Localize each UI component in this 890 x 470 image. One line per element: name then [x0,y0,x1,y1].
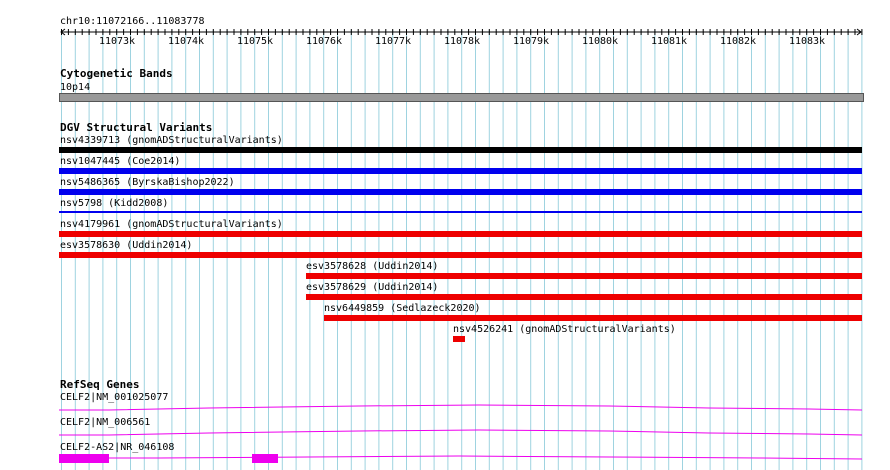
variant-label: nsv4339713 (gnomADStructuralVariants) [60,135,283,146]
ruler-tick-label: 11076k [305,36,343,47]
genome-browser: chr10:11072166..11083778 11073k 11074k 1… [0,0,890,470]
variant-bar[interactable] [59,147,862,153]
ruler-tick-label: 11074k [167,36,205,47]
variant-label: nsv4526241 (gnomADStructuralVariants) [453,324,676,335]
gene-model[interactable] [59,402,862,412]
variant-bar[interactable] [453,336,465,342]
variant-bar[interactable] [59,211,862,213]
gene-model[interactable] [59,427,862,437]
variant-bar[interactable] [59,231,862,237]
variant-bar[interactable] [59,252,862,258]
variant-label: nsv1047445 (Coe2014) [60,156,181,167]
cytoband-bar[interactable] [59,93,864,102]
ruler-tick-label: 11078k [443,36,481,47]
ruler-tick-label: 11079k [512,36,550,47]
variant-label: esv3578630 (Uddin2014) [60,240,193,251]
gene-exon [252,454,278,463]
gene-exon [59,454,109,463]
cytoband-label: 10p14 [60,82,91,93]
ruler-tick-label: 11083k [788,36,826,47]
gene-model[interactable] [59,452,862,464]
variant-label: esv3578629 (Uddin2014) [306,282,439,293]
variant-label: nsv5798 (Kidd2008) [60,198,169,209]
cytoband-track-title: Cytogenetic Bands [60,67,173,80]
variant-label: nsv5486365 (ByrskaBishop2022) [60,177,235,188]
ruler-tick-label: 11082k [719,36,757,47]
variant-bar[interactable] [306,273,862,279]
ruler-tick-label: 11080k [581,36,619,47]
variant-label: nsv6449859 (Sedlazeck2020) [324,303,481,314]
variant-label: nsv4179961 (gnomADStructuralVariants) [60,219,283,230]
variant-bar[interactable] [324,315,862,321]
ruler-tick-label: 11073k [98,36,136,47]
refseq-track-title: RefSeq Genes [60,378,140,391]
dgv-track-title: DGV Structural Variants [60,121,213,134]
variant-bar[interactable] [306,294,862,300]
variant-bar[interactable] [59,189,862,195]
ruler-tick-label: 11077k [374,36,412,47]
variant-bar[interactable] [59,168,862,174]
ruler-tick-label: 11075k [236,36,274,47]
variant-label: esv3578628 (Uddin2014) [306,261,439,272]
ruler-tick-label: 11081k [650,36,688,47]
